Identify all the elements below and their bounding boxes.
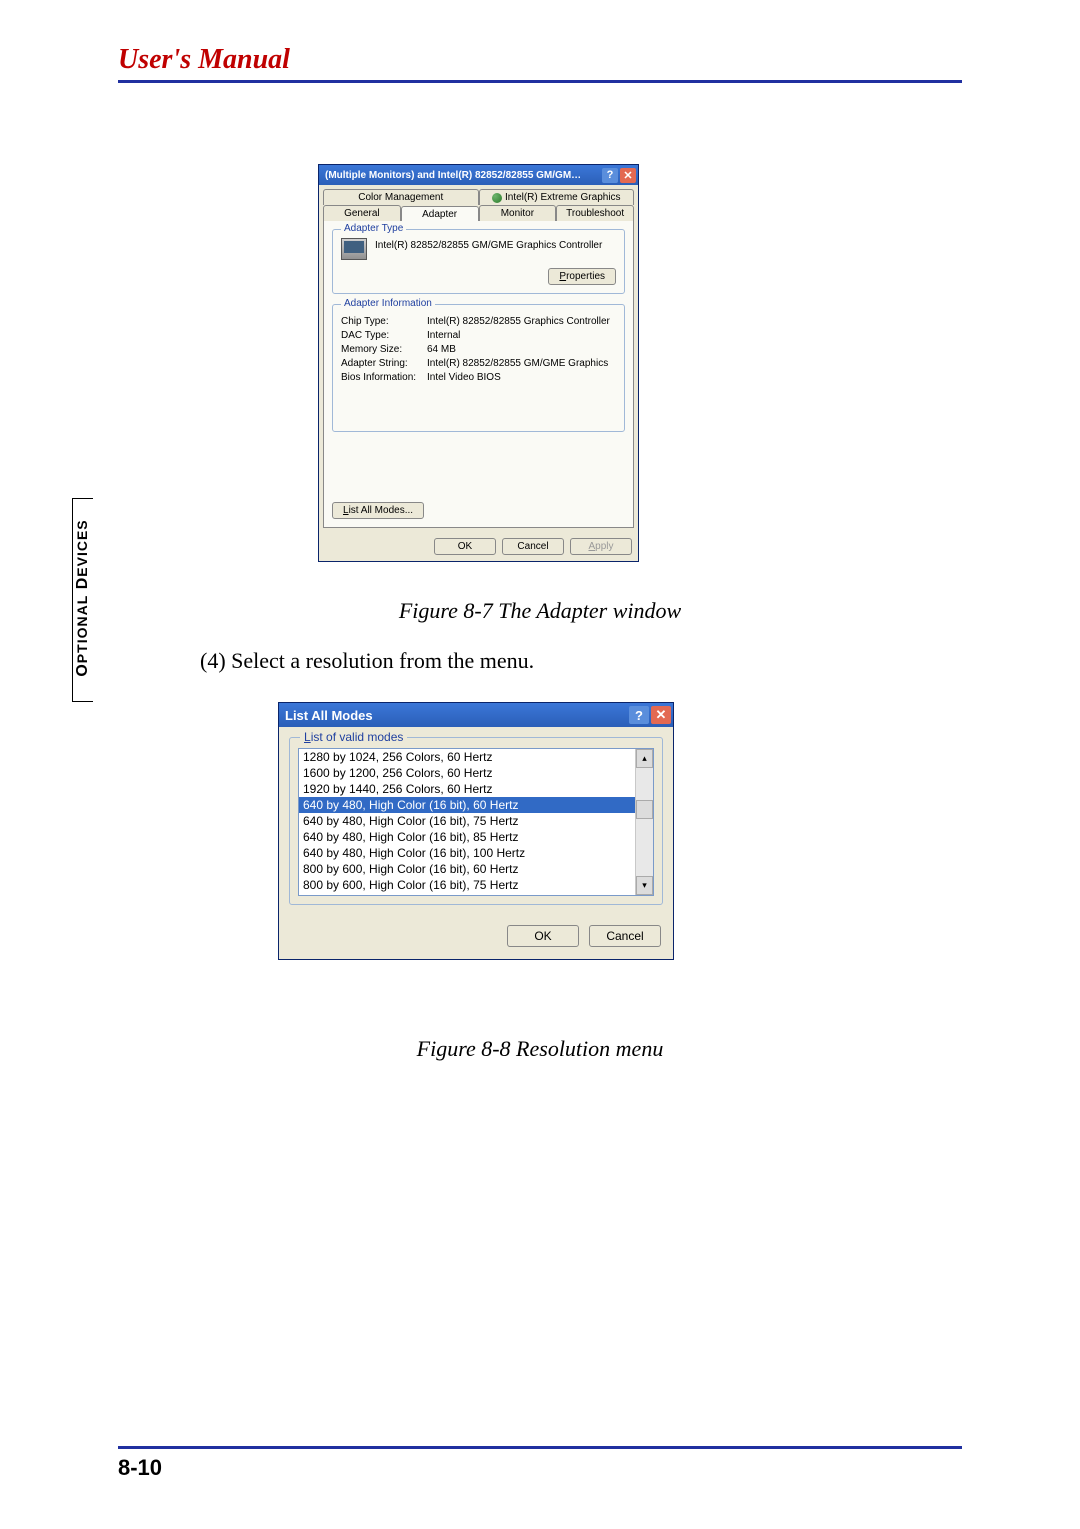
tab-label: Intel(R) Extreme Graphics <box>505 192 621 203</box>
info-row: Chip Type:Intel(R) 82852/82855 Graphics … <box>341 316 616 327</box>
info-value: Intel Video BIOS <box>427 372 616 383</box>
info-row: Memory Size:64 MB <box>341 344 616 355</box>
tab-intel-extreme-graphics[interactable]: Intel(R) Extreme Graphics <box>479 189 635 205</box>
ok-button[interactable]: OK <box>507 925 579 947</box>
help-button[interactable]: ? <box>629 706 649 724</box>
list-item[interactable]: 1920 by 1440, 256 Colors, 60 Hertz <box>299 781 635 797</box>
info-label: Memory Size: <box>341 344 427 355</box>
scroll-down-button[interactable]: ▾ <box>636 876 653 895</box>
info-label: Adapter String: <box>341 358 427 369</box>
tab-label: Troubleshoot <box>566 208 624 219</box>
figure-caption-1: Figure 8-7 The Adapter window <box>0 598 1080 624</box>
info-label: DAC Type: <box>341 330 427 341</box>
scroll-track[interactable] <box>636 768 653 876</box>
figure-caption-2: Figure 8-8 Resolution menu <box>0 1036 1080 1062</box>
list-all-modes-button[interactable]: List All Modes... <box>332 502 424 519</box>
titlebar[interactable]: (Multiple Monitors) and Intel(R) 82852/8… <box>319 165 638 185</box>
scroll-thumb[interactable] <box>636 800 653 819</box>
info-label: Chip Type: <box>341 316 427 327</box>
valid-modes-group: List of valid modes 1280 by 1024, 256 Co… <box>289 737 663 905</box>
list-item[interactable]: 640 by 480, High Color (16 bit), 85 Hert… <box>299 829 635 845</box>
info-value: Internal <box>427 330 616 341</box>
tab-content: Adapter Type Intel(R) 82852/82855 GM/GME… <box>323 221 634 528</box>
titlebar[interactable]: List All Modes ? ✕ <box>279 703 673 727</box>
tab-troubleshoot[interactable]: Troubleshoot <box>556 205 634 221</box>
list-item[interactable]: 1280 by 1024, 256 Colors, 60 Hertz <box>299 749 635 765</box>
tab-color-management[interactable]: Color Management <box>323 189 479 205</box>
valid-modes-legend: List of valid modes <box>300 730 407 744</box>
tab-label: Monitor <box>501 208 534 219</box>
window-title: (Multiple Monitors) and Intel(R) 82852/8… <box>325 170 600 181</box>
cancel-button[interactable]: Cancel <box>589 925 661 947</box>
modes-listbox[interactable]: 1280 by 1024, 256 Colors, 60 Hertz 1600 … <box>298 748 654 896</box>
adapter-icon <box>341 238 367 260</box>
tab-label: Color Management <box>358 192 443 203</box>
adapter-info-legend: Adapter Information <box>341 298 435 309</box>
intel-icon <box>492 193 502 203</box>
ok-button[interactable]: OK <box>434 538 496 555</box>
adapter-type-group: Adapter Type Intel(R) 82852/82855 GM/GME… <box>332 229 625 294</box>
info-value: Intel(R) 82852/82855 GM/GME Graphics <box>427 358 616 369</box>
info-label: Bios Information: <box>341 372 427 383</box>
step-text: (4) Select a resolution from the menu. <box>200 648 534 674</box>
adapter-type-legend: Adapter Type <box>341 223 406 234</box>
tab-strip: Color Management Intel(R) Extreme Graphi… <box>319 185 638 221</box>
window-title: List All Modes <box>285 708 627 723</box>
list-item[interactable]: 640 by 480, High Color (16 bit), 75 Hert… <box>299 813 635 829</box>
info-value: Intel(R) 82852/82855 Graphics Controller <box>427 316 616 327</box>
adapter-info-group: Adapter Information Chip Type:Intel(R) 8… <box>332 304 625 432</box>
page-header: User's Manual <box>118 44 962 83</box>
adapter-properties-dialog: (Multiple Monitors) and Intel(R) 82852/8… <box>318 164 639 562</box>
adapter-type-value: Intel(R) 82852/82855 GM/GME Graphics Con… <box>375 238 616 251</box>
close-button[interactable]: ✕ <box>651 706 671 724</box>
info-value: 64 MB <box>427 344 616 355</box>
apply-button: Apply <box>570 538 632 555</box>
header-title: User's Manual <box>118 44 962 83</box>
info-row: Adapter String:Intel(R) 82852/82855 GM/G… <box>341 358 616 369</box>
dialog-buttons: OK Cancel <box>279 915 673 959</box>
tab-adapter[interactable]: Adapter <box>401 206 479 222</box>
list-item[interactable]: 1600 by 1200, 256 Colors, 60 Hertz <box>299 765 635 781</box>
list-item[interactable]: 800 by 600, High Color (16 bit), 75 Hert… <box>299 877 635 893</box>
help-button[interactable]: ? <box>602 168 618 183</box>
page-footer: 8-10 <box>118 1446 962 1481</box>
scrollbar[interactable]: ▴ ▾ <box>635 749 653 895</box>
list-items: 1280 by 1024, 256 Colors, 60 Hertz 1600 … <box>299 749 635 895</box>
cancel-button[interactable]: Cancel <box>502 538 564 555</box>
page-number: 8-10 <box>118 1455 162 1480</box>
tab-monitor[interactable]: Monitor <box>479 205 557 221</box>
tab-general[interactable]: General <box>323 205 401 221</box>
list-all-modes-dialog: List All Modes ? ✕ List of valid modes 1… <box>278 702 674 960</box>
dialog-buttons: OK Cancel Apply <box>319 532 638 561</box>
list-item[interactable]: 640 by 480, High Color (16 bit), 100 Her… <box>299 845 635 861</box>
scroll-up-button[interactable]: ▴ <box>636 749 653 768</box>
list-item[interactable]: 640 by 480, High Color (16 bit), 60 Hert… <box>299 797 635 813</box>
tab-label: General <box>344 208 380 219</box>
tab-label: Adapter <box>422 209 457 220</box>
close-button[interactable]: ✕ <box>620 168 636 183</box>
properties-button[interactable]: Properties <box>548 268 616 285</box>
info-row: DAC Type:Internal <box>341 330 616 341</box>
list-item[interactable]: 800 by 600, High Color (16 bit), 60 Hert… <box>299 861 635 877</box>
info-row: Bios Information:Intel Video BIOS <box>341 372 616 383</box>
